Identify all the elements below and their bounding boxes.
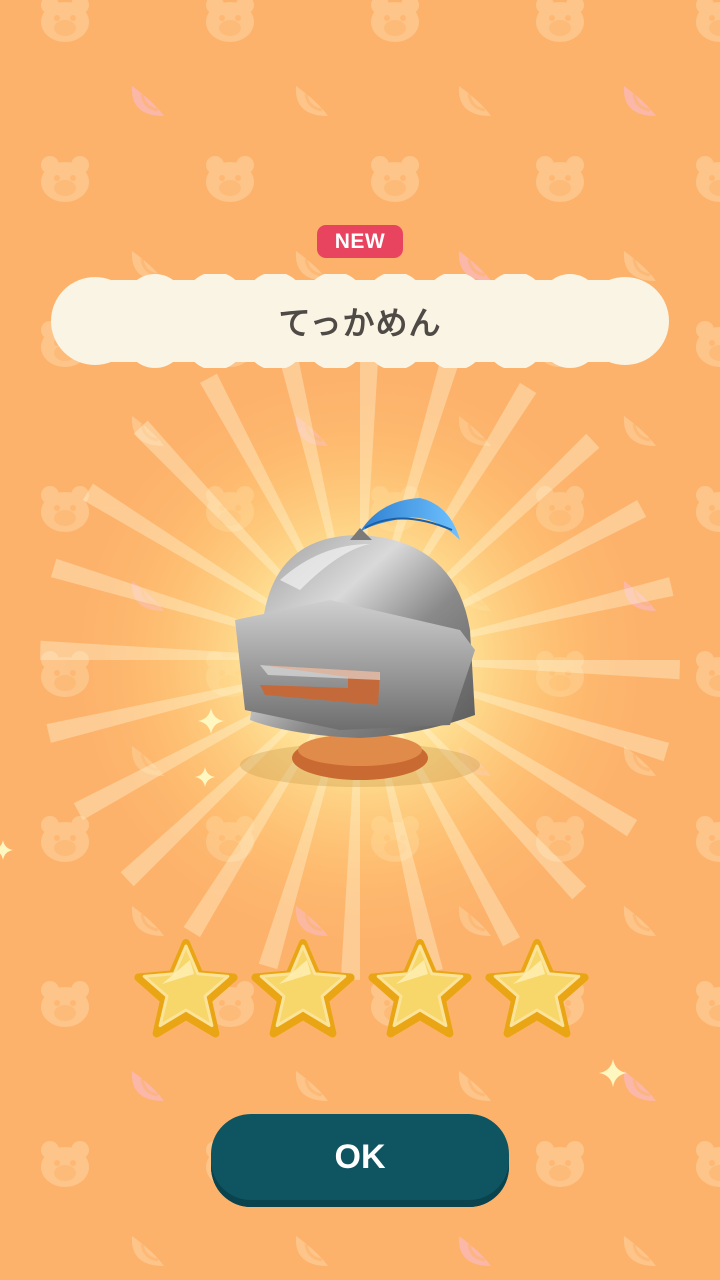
sparkle-icon	[198, 708, 224, 734]
star-icon	[485, 939, 589, 1038]
sparkle-icon	[0, 840, 13, 860]
new-badge: NEW	[317, 225, 403, 258]
ok-button-label: OK	[334, 1138, 386, 1176]
star-icon	[368, 939, 472, 1038]
sparkle-icon	[599, 1059, 627, 1087]
reward-screen: NEW てっかめん OK	[0, 0, 720, 1280]
rarity-stars	[134, 939, 589, 1038]
star-icon	[251, 939, 355, 1038]
sparkle-icon	[195, 767, 215, 787]
helmet-item-image	[235, 498, 480, 787]
item-name: てっかめん	[278, 304, 442, 342]
star-icon	[134, 939, 238, 1038]
ok-button[interactable]: OK	[211, 1114, 509, 1207]
